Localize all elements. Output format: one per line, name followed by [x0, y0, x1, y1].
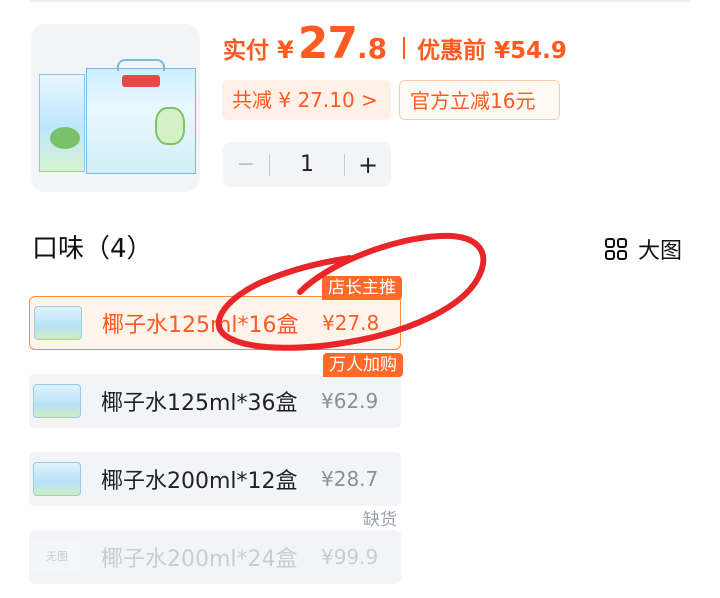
big-image-label: 大图: [638, 239, 683, 264]
decrement-button[interactable]: −: [223, 152, 269, 177]
product-gift-box: [86, 59, 196, 174]
price-line: 实付 ¥ 27 .8 优惠前 ¥54.9: [223, 18, 567, 78]
popular-badge: 万人加购: [323, 353, 403, 377]
original-price: 优惠前 ¥54.9: [417, 38, 567, 64]
top-divider: [30, 0, 690, 2]
sku-selector-panel: 实付 ¥ 27 .8 优惠前 ¥54.9 共减 ¥ 27.10 > 官方立减16…: [0, 0, 720, 598]
sku-name: 椰子水200ml*24盒: [101, 547, 298, 572]
flavor-section-title: 口味（4）: [32, 234, 153, 264]
sku-option-200ml-24: 无图 椰子水200ml*24盒 ¥99.9 缺货: [29, 510, 401, 584]
sku-option-125ml-36[interactable]: 椰子水125ml*36盒 ¥62.9 万人加购: [29, 353, 403, 428]
out-of-stock-label: 缺货: [363, 510, 397, 530]
official-discount-chip: 官方立减16元: [399, 80, 560, 120]
sku-price: ¥28.7: [321, 467, 379, 491]
sku-thumbnail: [34, 306, 82, 340]
recommend-badge: 店长主推: [322, 276, 402, 300]
sku-thumbnail: [33, 384, 81, 418]
sku-price: ¥62.9: [321, 389, 379, 413]
sku-thumbnail-placeholder: 无图: [33, 540, 81, 574]
paid-label: 实付: [223, 38, 269, 64]
sku-thumbnail: [33, 462, 81, 496]
sku-name: 椰子水125ml*36盒: [101, 391, 298, 416]
currency-symbol: ¥: [277, 36, 294, 64]
price-separator: [403, 37, 406, 59]
big-image-toggle[interactable]: 大图: [604, 233, 682, 265]
price-integer: 27: [297, 18, 358, 69]
grid-icon: [605, 238, 627, 260]
quantity-value[interactable]: 1: [270, 152, 344, 177]
quantity-stepper: − 1 +: [223, 142, 391, 187]
sku-option-125ml-16[interactable]: 椰子水125ml*16盒 ¥27.8 店长主推: [29, 276, 402, 350]
sku-name: 椰子水125ml*16盒: [102, 313, 299, 338]
increment-button[interactable]: +: [345, 151, 391, 179]
sku-option-200ml-12[interactable]: 椰子水200ml*12盒 ¥28.7: [29, 452, 401, 506]
sku-price: ¥27.8: [322, 311, 380, 335]
product-thumbnail[interactable]: [31, 24, 200, 192]
sku-name: 椰子水200ml*12盒: [101, 469, 298, 494]
sku-price: ¥99.9: [321, 545, 379, 569]
product-pack-small: [39, 74, 85, 172]
price-decimal: .8: [356, 32, 388, 65]
total-discount-chip[interactable]: 共减 ¥ 27.10 >: [222, 80, 391, 120]
